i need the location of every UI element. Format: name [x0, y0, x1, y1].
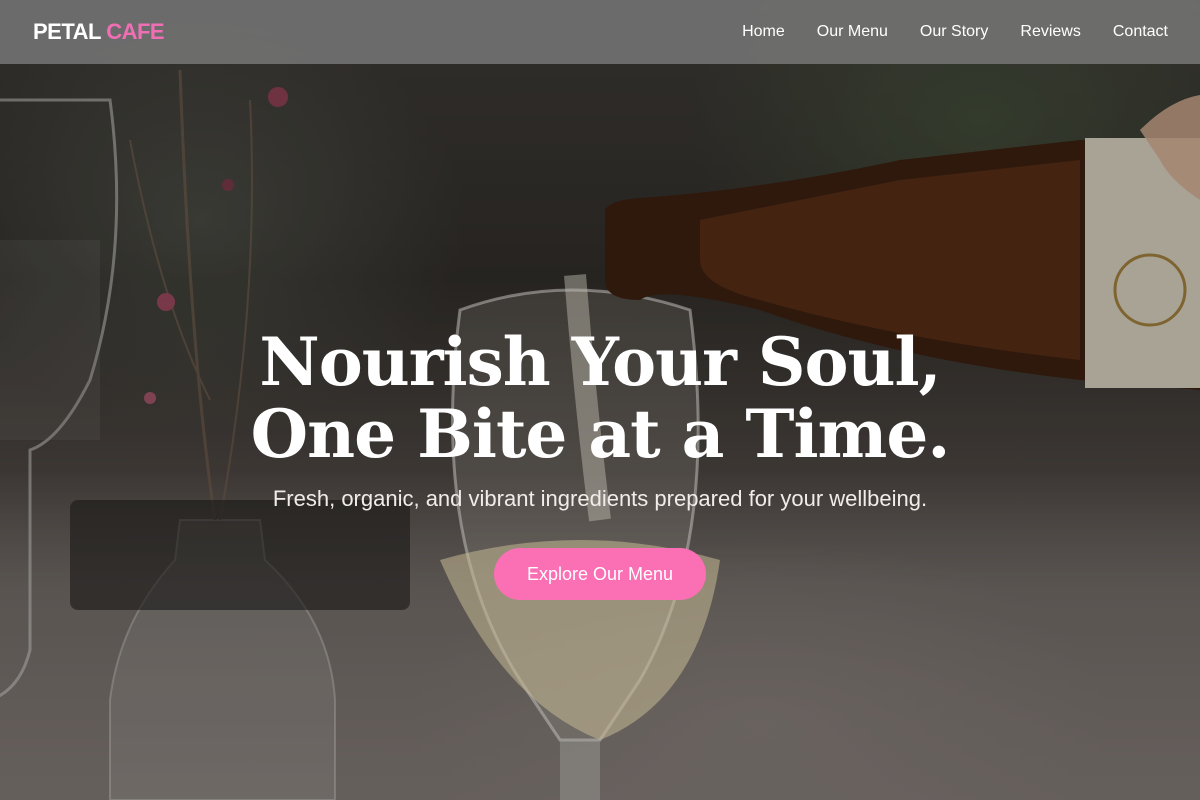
logo-main-text: PETAL [33, 19, 101, 44]
hero-headline-line-1: Nourish Your Soul, [259, 323, 941, 401]
main-nav: Home Our Menu Our Story Reviews Contact [742, 23, 1168, 41]
hero-headline-line-2: One Bite at a Time. [250, 395, 951, 473]
page: PETAL CAFE Home Our Menu Our Story Revie… [0, 0, 1200, 800]
hero-section: Nourish Your Soul, One Bite at a Time. F… [0, 326, 1200, 600]
hero-subtitle: Fresh, organic, and vibrant ingredients … [272, 486, 928, 511]
site-logo[interactable]: PETAL CAFE [33, 19, 165, 45]
nav-link-our-menu[interactable]: Our Menu [817, 23, 888, 41]
nav-link-reviews[interactable]: Reviews [1020, 23, 1080, 41]
explore-menu-button[interactable]: Explore Our Menu [493, 548, 707, 600]
logo-accent-text: CAFE [106, 19, 165, 44]
hero-headline: Nourish Your Soul, One Bite at a Time. [0, 326, 1200, 470]
site-header: PETAL CAFE Home Our Menu Our Story Revie… [0, 0, 1200, 64]
nav-link-contact[interactable]: Contact [1113, 23, 1168, 41]
nav-link-home[interactable]: Home [742, 23, 785, 41]
nav-link-our-story[interactable]: Our Story [920, 23, 988, 41]
